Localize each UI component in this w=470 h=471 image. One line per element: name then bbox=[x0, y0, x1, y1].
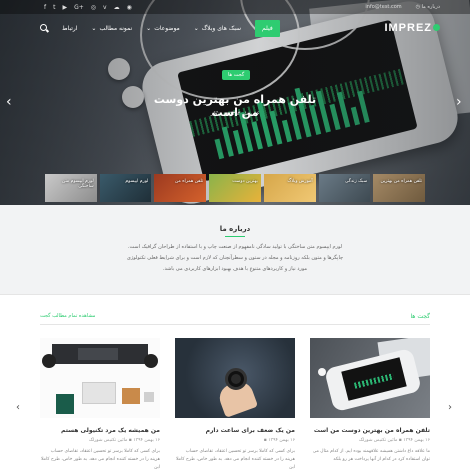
social-icons: f t ▶ G+ ◎ v ☁ ◉ bbox=[44, 4, 132, 11]
post-excerpt: برای کسی که کاملا برسر تو تحسین اعتقاد، … bbox=[40, 449, 160, 470]
nav-item-sample-posts[interactable]: ⌄ نمونه مطالب bbox=[91, 25, 132, 32]
slider-thumb[interactable]: سبک زندگی bbox=[318, 174, 371, 202]
slider-thumb[interactable]: بهترین دوست bbox=[209, 174, 261, 202]
slider-prev-arrow[interactable]: ‹ bbox=[6, 94, 12, 110]
slider-thumb[interactable]: تلفن همراه من bbox=[154, 174, 207, 202]
twitter-icon[interactable]: t bbox=[53, 4, 55, 11]
about-divider bbox=[225, 236, 245, 237]
nav-item-contact[interactable]: ارتباط bbox=[62, 25, 77, 32]
post-image-phone[interactable] bbox=[310, 338, 430, 418]
about-text: لورم ایپسوم متن ساختگی با تولید سادگی نا… bbox=[126, 244, 344, 272]
slider-thumb[interactable]: آموزش وبلاگ bbox=[263, 174, 316, 202]
top-bar: f t ▶ G+ ◎ v ☁ ◉ info@test.com ◷ درباره … bbox=[0, 0, 470, 14]
section-title: گجت ها bbox=[410, 313, 430, 320]
nav-item-video[interactable]: فیلم bbox=[255, 19, 280, 37]
post-image-watch[interactable] bbox=[175, 338, 295, 418]
post-meta: ۱۶ بهمن ۱۳۹۴ ▪ مائین تکنیس شورلک bbox=[88, 438, 160, 443]
post-card[interactable]: من همیشه یک مرد تکنیولی هستم ۱۶ بهمن ۱۳۹… bbox=[40, 338, 160, 471]
post-carousel: من همیشه یک مرد تکنیولی هستم ۱۶ بهمن ۱۳۹… bbox=[40, 338, 430, 471]
chevron-down-icon: ⌄ bbox=[91, 24, 97, 32]
slider-thumb[interactable]: تلفن همراه من بهترین bbox=[373, 174, 426, 202]
gadgets-section-header: گجت ها مشاهده تمام مطالب گجت bbox=[40, 313, 430, 325]
vimeo-icon[interactable]: v bbox=[103, 4, 107, 11]
instagram-icon[interactable]: ◎ bbox=[91, 4, 96, 11]
main-nav: ارتباط ⌄ نمونه مطالب ⌄ موضوعات ⌄ سبک های وب… bbox=[0, 14, 470, 42]
post-image-desk[interactable] bbox=[40, 338, 160, 418]
post-card[interactable]: من یک ضعف برای ساعت دارم ۱۶ بهمن ۱۳۹۴ ▪ … bbox=[175, 338, 295, 471]
soundcloud-icon[interactable]: ☁ bbox=[114, 4, 120, 11]
site-logo[interactable]: IMPREZ bbox=[384, 22, 440, 34]
post-excerpt: ما علاقه داغ داشتن همیشه علاقهمند بوده ا… bbox=[312, 449, 430, 462]
contact-info: info@test.com ◷ درباره ما bbox=[365, 4, 440, 10]
slider-thumb[interactable]: لورم ایپسوم bbox=[99, 174, 152, 202]
nav-item-blog-styles[interactable]: ⌄ سبک های وبلاگ bbox=[194, 25, 241, 32]
post-title[interactable]: من همیشه یک مرد تکنیولی هستم bbox=[40, 427, 160, 434]
about-link[interactable]: ◷ درباره ما bbox=[416, 4, 440, 10]
slider-thumbnails: لورم ایپسوم متن ساختگی لورم ایپسوم تلفن … bbox=[45, 174, 426, 202]
post-title[interactable]: تلفن همراه من بهترین دوست من است bbox=[310, 427, 430, 434]
youtube-icon[interactable]: ▶ bbox=[62, 4, 67, 11]
slider-thumb[interactable]: لورم ایپسوم متن ساختگی bbox=[45, 174, 97, 202]
about-title: درباره ما bbox=[219, 225, 251, 233]
slide-date: ۱۶ بهمن ۱۳۹۴ ▪ ۰ نظر bbox=[210, 111, 260, 117]
view-all-link[interactable]: مشاهده تمام مطالب گجت bbox=[40, 313, 95, 319]
chevron-down-icon: ⌄ bbox=[146, 24, 152, 32]
carousel-prev-arrow[interactable]: ‹ bbox=[16, 402, 20, 413]
slide-category-badge[interactable]: گجت ها bbox=[222, 70, 251, 80]
nav-item-topics[interactable]: ⌄ موضوعات bbox=[146, 25, 180, 32]
search-icon[interactable] bbox=[40, 24, 48, 32]
facebook-icon[interactable]: f bbox=[44, 4, 46, 11]
post-excerpt: برای کسی که کاملا برسر تو تحسین اعتقاد، … bbox=[175, 449, 295, 470]
email-link[interactable]: info@test.com bbox=[365, 4, 401, 10]
hero-slider: f t ▶ G+ ◎ v ☁ ◉ info@test.com ◷ درباره … bbox=[0, 0, 470, 205]
post-card[interactable]: تلفن همراه من بهترین دوست من است ۱۶ بهمن… bbox=[310, 338, 430, 471]
post-meta: ۱۶ بهمن ۱۳۹۴ ▪ مائین تکنیس شورلک bbox=[358, 438, 430, 443]
post-title[interactable]: من یک ضعف برای ساعت دارم bbox=[175, 427, 295, 434]
chevron-down-icon: ⌄ bbox=[193, 24, 199, 32]
post-meta: ۱۶ بهمن ۱۳۹۴ ▪ bbox=[263, 438, 295, 443]
google-plus-icon[interactable]: G+ bbox=[74, 4, 84, 11]
slider-next-arrow[interactable]: › bbox=[456, 94, 462, 110]
carousel-next-arrow[interactable]: › bbox=[448, 402, 452, 413]
rss-icon[interactable]: ◉ bbox=[127, 4, 132, 11]
about-section: درباره ما لورم ایپسوم متن ساختگی با تولی… bbox=[0, 205, 470, 295]
